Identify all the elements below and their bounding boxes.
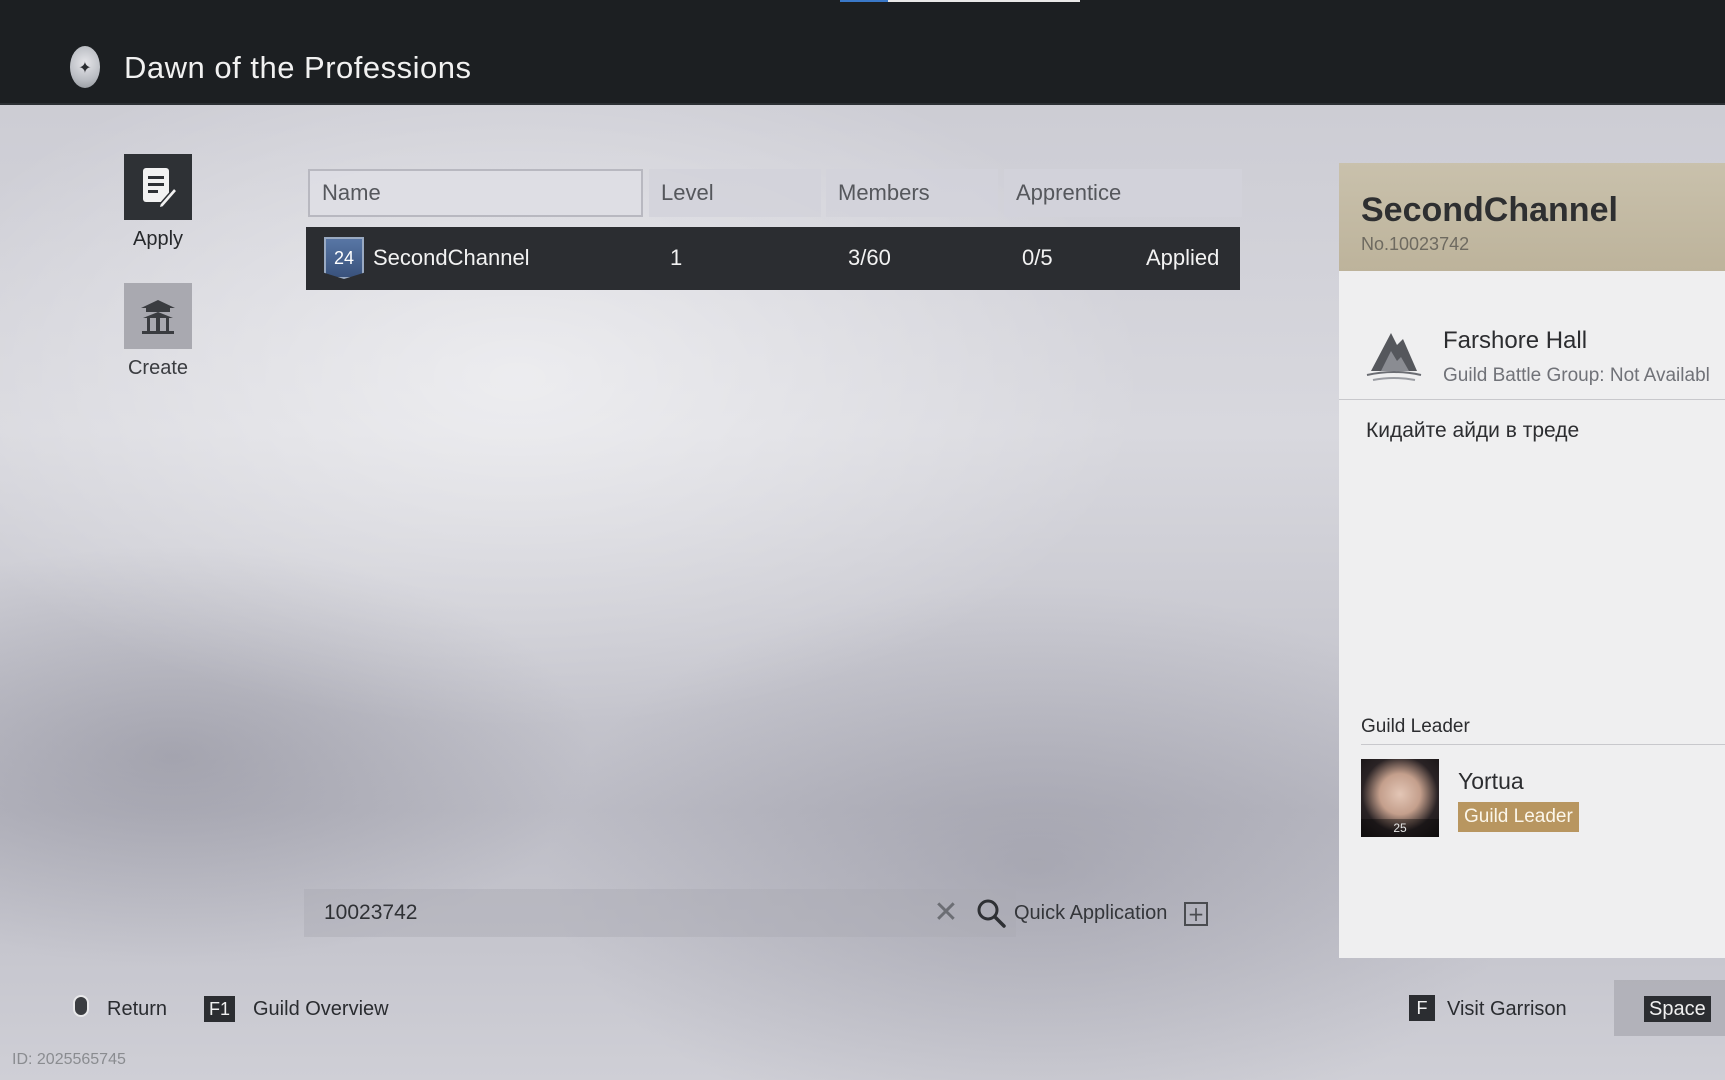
- emblem-icon: ✦: [70, 46, 100, 88]
- guild-detail-name: SecondChannel: [1361, 191, 1618, 229]
- leader-role-badge: Guild Leader: [1458, 802, 1579, 832]
- guild-apprentice-cell: 0/5: [1022, 245, 1053, 270]
- quick-application-button[interactable]: Quick Application: [1014, 902, 1167, 925]
- hall-name: Farshore Hall: [1443, 327, 1588, 354]
- guild-banner-icon: 24: [324, 237, 364, 279]
- apply-button[interactable]: [124, 154, 192, 220]
- guild-detail-number: No.10023742: [1361, 234, 1470, 254]
- search-icon[interactable]: [976, 898, 1006, 928]
- column-header-level[interactable]: Level: [649, 169, 821, 217]
- application-status: Applied: [1146, 245, 1220, 270]
- sidebar-item-create-label: Create: [127, 357, 189, 379]
- battle-group-status: Guild Battle Group: Not Availabl: [1443, 365, 1710, 386]
- mouse-icon: [73, 995, 89, 1017]
- sidebar-item-apply-label: Apply: [132, 228, 184, 250]
- player-id: ID: 2025565745: [12, 1051, 126, 1068]
- clear-icon[interactable]: ✕: [932, 898, 960, 928]
- guild-notice: Кидайте айди в треде: [1366, 419, 1580, 442]
- divider: [1339, 399, 1725, 400]
- divider: [1361, 744, 1725, 745]
- table-row[interactable]: 24 SecondChannel 1 3/60 0/5 Applied: [306, 227, 1240, 290]
- visit-garrison-button[interactable]: Visit Garrison: [1447, 998, 1567, 1021]
- page-title: Dawn of the Professions: [124, 50, 472, 85]
- guild-detail-header: SecondChannel No.10023742: [1339, 163, 1725, 271]
- guild-level-cell: 1: [670, 245, 683, 270]
- avatar-level: 25: [1361, 819, 1439, 837]
- pavilion-icon: [141, 300, 175, 334]
- column-header-members[interactable]: Members: [826, 169, 998, 217]
- create-button[interactable]: [124, 283, 192, 349]
- leader-name: Yortua: [1458, 768, 1524, 794]
- tab-indicator-accent: [840, 0, 888, 2]
- search-input[interactable]: [304, 889, 904, 937]
- column-header-name[interactable]: Name: [308, 169, 643, 217]
- guild-leader-heading: Guild Leader: [1361, 716, 1470, 737]
- guild-overview-button[interactable]: Guild Overview: [253, 998, 389, 1021]
- plus-icon[interactable]: +: [1184, 902, 1208, 926]
- space-key-hint: Space: [1644, 996, 1711, 1022]
- guild-name-cell: SecondChannel: [373, 245, 530, 270]
- f1-key-hint: F1: [204, 996, 236, 1022]
- search-bar: [304, 889, 1016, 937]
- guild-detail-panel: SecondChannel No.10023742 Farshore Hall …: [1339, 163, 1725, 958]
- top-header: ✦ Dawn of the Professions: [0, 0, 1725, 105]
- guild-members-cell: 3/60: [848, 245, 891, 270]
- hall-icon: [1366, 333, 1422, 381]
- column-header-apprentice[interactable]: Apprentice: [1004, 169, 1242, 217]
- f-key-hint: F: [1409, 995, 1435, 1021]
- return-button[interactable]: Return: [107, 998, 167, 1021]
- apply-document-icon: [143, 168, 178, 210]
